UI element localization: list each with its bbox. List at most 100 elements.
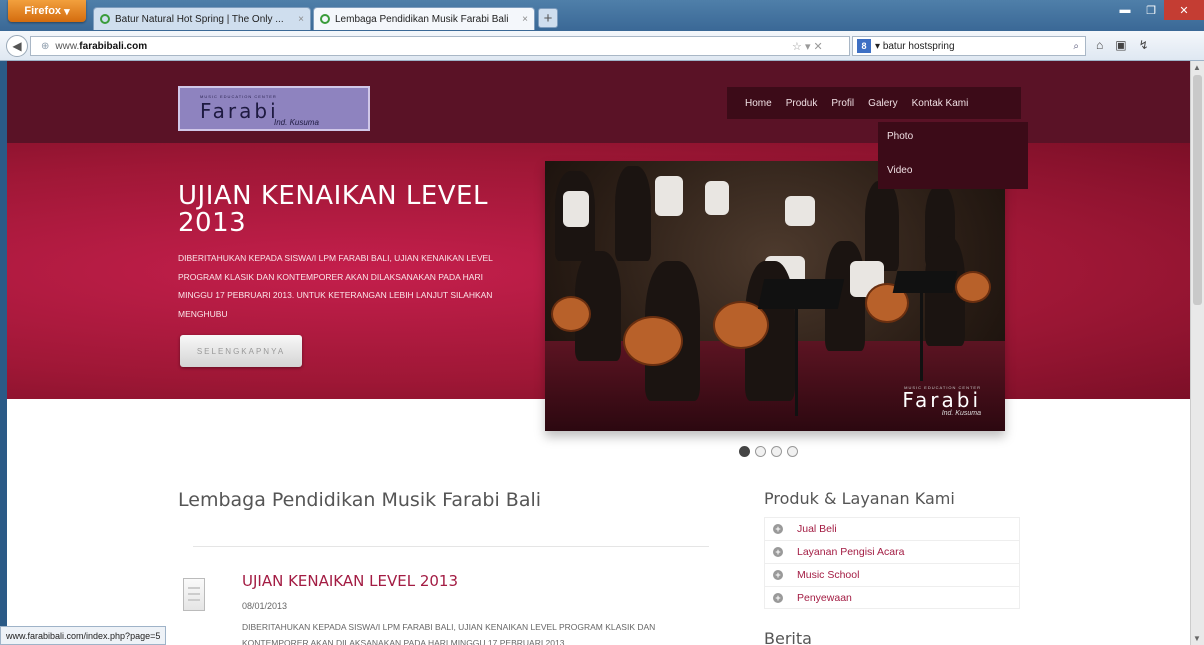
sidebar-item-label: Jual Beli bbox=[797, 523, 837, 535]
document-icon bbox=[183, 578, 205, 611]
address-bar-icons: ☆ ▾ ✕ bbox=[792, 40, 823, 53]
page-viewport: MUSIC EDUCATION CENTER Farabi Ind. Kusum… bbox=[7, 61, 1190, 645]
slider-dot-3[interactable] bbox=[771, 446, 782, 457]
home-icon[interactable]: ⌂ bbox=[1096, 38, 1115, 52]
loading-icon bbox=[100, 14, 110, 24]
nav-profil[interactable]: Profil bbox=[831, 98, 854, 109]
tab-label: Batur Natural Hot Spring | The Only ... bbox=[115, 13, 284, 25]
photo-guitar bbox=[623, 316, 683, 366]
globe-icon: ⊕ bbox=[41, 40, 50, 52]
sidebar-item-pengisi-acara[interactable]: + Layanan Pengisi Acara bbox=[764, 540, 1020, 563]
scroll-down-icon[interactable]: ▼ bbox=[1193, 634, 1201, 643]
sidebar-item-label: Penyewaan bbox=[797, 591, 852, 604]
slider-dot-1[interactable] bbox=[739, 446, 750, 457]
main-nav: Home Produk Profil Galery Kontak Kami bbox=[727, 87, 1021, 119]
magnifier-icon[interactable]: ⌕ bbox=[1073, 41, 1079, 52]
post-title-link[interactable]: UJIAN KENAIKAN LEVEL 2013 bbox=[242, 572, 458, 590]
logo-signature: Ind. Kusuma bbox=[274, 118, 319, 127]
plus-icon: + bbox=[543, 9, 553, 27]
sidebar-list: + Jual Beli + Layanan Pengisi Acara + Music… bbox=[764, 517, 1020, 609]
photo-watermark-logo: MUSIC EDUCATION CENTER Farabi Ind. Kusum… bbox=[902, 385, 981, 417]
browser-nav-bar: ◀ ⊕ www. farabibali.com ☆ ▾ ✕ 8 ▾ batur h… bbox=[0, 31, 1204, 61]
plus-circle-icon: + bbox=[773, 570, 783, 580]
bookmark-star-icon[interactable]: ☆ bbox=[792, 41, 802, 53]
plus-circle-icon: + bbox=[773, 592, 783, 603]
tab-farabi[interactable]: Lembaga Pendidikan Musik Farabi Bali × bbox=[313, 7, 535, 30]
search-input[interactable]: batur hostspring bbox=[883, 41, 955, 52]
photo-figure bbox=[865, 181, 899, 271]
post-date: 08/01/2013 bbox=[242, 601, 288, 611]
photo-guitar bbox=[955, 271, 991, 303]
tab-label: Lembaga Pendidikan Musik Farabi Bali bbox=[335, 13, 509, 25]
photo-music-stand bbox=[892, 271, 958, 293]
search-engine-chevron-icon[interactable]: ▾ bbox=[875, 41, 883, 52]
photo-music-stand bbox=[795, 306, 798, 416]
address-bar[interactable]: ⊕ www. farabibali.com bbox=[30, 36, 850, 56]
document-icon-line bbox=[188, 599, 200, 601]
hero-body: DIBERITAHUKAN KEPADA SISWA/I LPM FARABI … bbox=[178, 253, 493, 319]
divider bbox=[193, 546, 709, 547]
sidebar-item-label: Layanan Pengisi Acara bbox=[797, 546, 905, 558]
dropdown-video[interactable]: Video bbox=[878, 156, 1028, 190]
plus-circle-icon: + bbox=[773, 547, 783, 557]
tab-batur[interactable]: Batur Natural Hot Spring | The Only ... … bbox=[93, 7, 311, 30]
sidebar-title: Produk & Layanan Kami bbox=[764, 489, 955, 508]
close-window-icon[interactable]: ✕ bbox=[1164, 0, 1204, 20]
firefox-menu-button[interactable]: Firefox ▾ bbox=[8, 0, 86, 22]
page-title: Lembaga Pendidikan Musik Farabi Bali bbox=[178, 489, 542, 511]
slider-pagination bbox=[739, 446, 803, 457]
maximize-icon[interactable]: ❐ bbox=[1138, 0, 1164, 20]
scroll-up-icon[interactable]: ▲ bbox=[1193, 63, 1201, 72]
url-prefix: www. bbox=[55, 40, 80, 52]
status-bar: www.farabibali.com/index.php?page=5 bbox=[0, 626, 167, 645]
back-button[interactable]: ◀ bbox=[6, 35, 28, 57]
window-controls: ▬ ❐ ✕ bbox=[1112, 0, 1204, 24]
photo-figure bbox=[563, 191, 589, 227]
photo-music-stand bbox=[757, 279, 845, 309]
galery-dropdown: Photo Video bbox=[878, 122, 1028, 189]
vertical-scrollbar[interactable]: ▲ ▼ bbox=[1190, 61, 1204, 645]
post-excerpt: DIBERITAHUKAN KEPADA SISWA/I LPM FARABI … bbox=[242, 622, 656, 645]
google-icon[interactable]: 8 bbox=[857, 39, 871, 53]
new-tab-button[interactable]: + bbox=[538, 8, 558, 28]
dropdown-icon[interactable]: ▾ bbox=[805, 41, 811, 53]
sidebar-item-penyewaan[interactable]: + Penyewaan bbox=[764, 586, 1020, 609]
hero-photo[interactable]: MUSIC EDUCATION CENTER Farabi Ind. Kusum… bbox=[545, 161, 1005, 431]
photo-guitar bbox=[551, 296, 591, 332]
close-tab-icon[interactable]: × bbox=[522, 14, 528, 25]
search-bar[interactable]: 8 ▾ batur hostspring ⌕ bbox=[852, 36, 1086, 56]
site-logo[interactable]: MUSIC EDUCATION CENTER Farabi Ind. Kusum… bbox=[178, 86, 370, 131]
stop-icon[interactable]: ✕ bbox=[814, 41, 823, 53]
dropdown-photo[interactable]: Photo bbox=[878, 122, 1028, 156]
read-more-button[interactable]: SELENGKAPNYA bbox=[180, 335, 302, 367]
photo-music-stand bbox=[920, 291, 923, 381]
slider-dot-2[interactable] bbox=[755, 446, 766, 457]
addons-icon[interactable]: ↯ bbox=[1139, 38, 1161, 52]
nav-produk[interactable]: Produk bbox=[786, 98, 818, 109]
scrollbar-thumb[interactable] bbox=[1193, 75, 1202, 305]
photo-figure bbox=[705, 181, 729, 215]
firefox-menu-label: Firefox bbox=[24, 5, 62, 17]
slider-dot-4[interactable] bbox=[787, 446, 798, 457]
bookmarks-icon[interactable]: ▣ bbox=[1115, 38, 1138, 52]
hero-title: UJIAN KENAIKAN LEVEL 2013 bbox=[178, 181, 488, 238]
nav-kontak[interactable]: Kontak Kami bbox=[912, 98, 969, 109]
browser-tab-bar: Firefox ▾ Batur Natural Hot Spring | The… bbox=[0, 0, 1204, 31]
nav-home[interactable]: Home bbox=[745, 98, 772, 109]
loading-icon bbox=[320, 14, 330, 24]
photo-figure bbox=[655, 176, 683, 216]
sidebar-item-jual-beli[interactable]: + Jual Beli bbox=[764, 517, 1020, 540]
minimize-icon[interactable]: ▬ bbox=[1112, 0, 1138, 20]
logo-text: Farabi bbox=[200, 99, 279, 123]
watermark-text: Farabi bbox=[902, 388, 981, 412]
document-icon-line bbox=[188, 593, 200, 595]
photo-figure bbox=[615, 166, 651, 261]
toolbar-icons: ⌂▣↯ bbox=[1096, 38, 1161, 52]
photo-figure bbox=[785, 196, 815, 226]
plus-circle-icon: + bbox=[773, 524, 783, 534]
nav-galery[interactable]: Galery bbox=[868, 98, 897, 109]
document-icon-line bbox=[188, 587, 200, 589]
close-tab-icon[interactable]: × bbox=[298, 14, 304, 25]
sidebar-item-music-school[interactable]: + Music School bbox=[764, 563, 1020, 586]
back-arrow-icon: ◀ bbox=[12, 39, 22, 53]
